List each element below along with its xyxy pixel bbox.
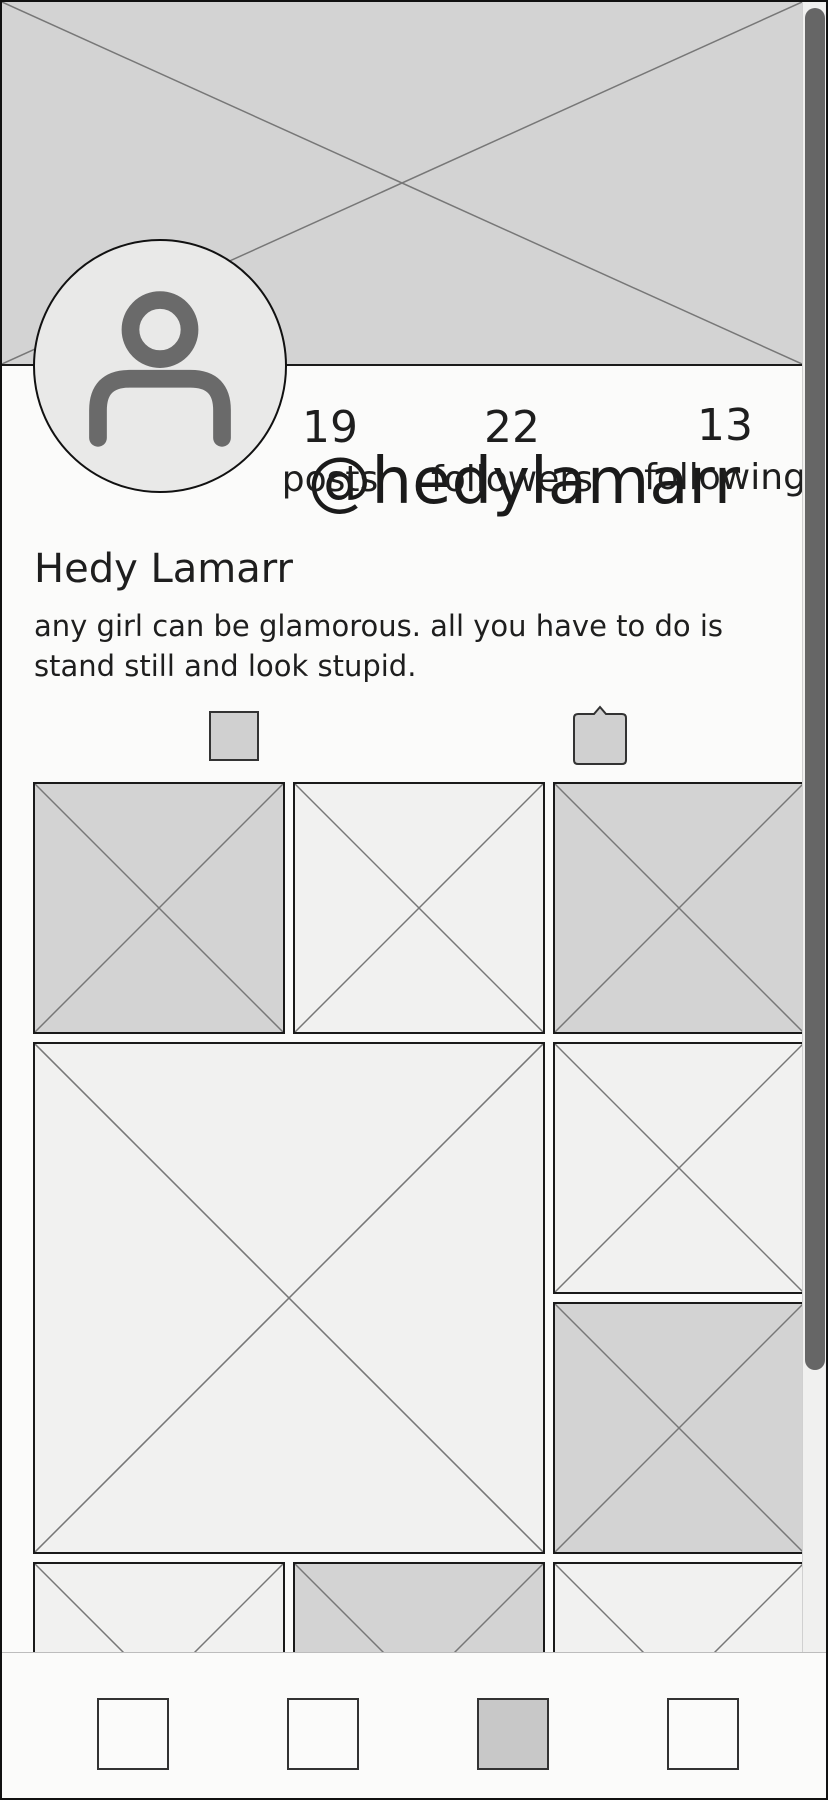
bottom-nav	[2, 1652, 826, 1798]
scrollbar-thumb[interactable]	[805, 8, 825, 1370]
posts-count: 19	[302, 402, 358, 453]
followers-label: followers	[431, 459, 593, 500]
post-thumbnail[interactable]	[553, 1302, 805, 1554]
profile-screen: @hedylamarr 19 posts 22 followers 13 fol…	[0, 0, 828, 1800]
search-icon[interactable]	[287, 1698, 359, 1770]
grid-view-icon[interactable]	[209, 711, 259, 761]
following-label: following	[644, 457, 806, 498]
home-icon[interactable]	[97, 1698, 169, 1770]
post-thumbnail[interactable]	[293, 782, 545, 1034]
stat-following[interactable]: 13 following	[640, 404, 810, 496]
post-thumbnail[interactable]	[553, 782, 805, 1034]
post-thumbnail[interactable]	[553, 1042, 805, 1294]
stat-followers[interactable]: 22 followers	[427, 406, 597, 498]
tagged-icon[interactable]	[572, 704, 628, 766]
posts-label: posts	[281, 459, 379, 500]
post-thumbnail-featured[interactable]	[33, 1042, 545, 1554]
stat-posts[interactable]: 19 posts	[245, 406, 415, 498]
settings-icon[interactable]	[667, 1698, 739, 1770]
bio-text: any girl can be glamorous. all you have …	[34, 609, 724, 683]
profile-icon[interactable]	[477, 1698, 549, 1770]
followers-count: 22	[484, 402, 540, 453]
post-thumbnail[interactable]	[33, 782, 285, 1034]
following-count: 13	[697, 400, 753, 451]
display-name: Hedy Lamarr	[34, 546, 293, 592]
